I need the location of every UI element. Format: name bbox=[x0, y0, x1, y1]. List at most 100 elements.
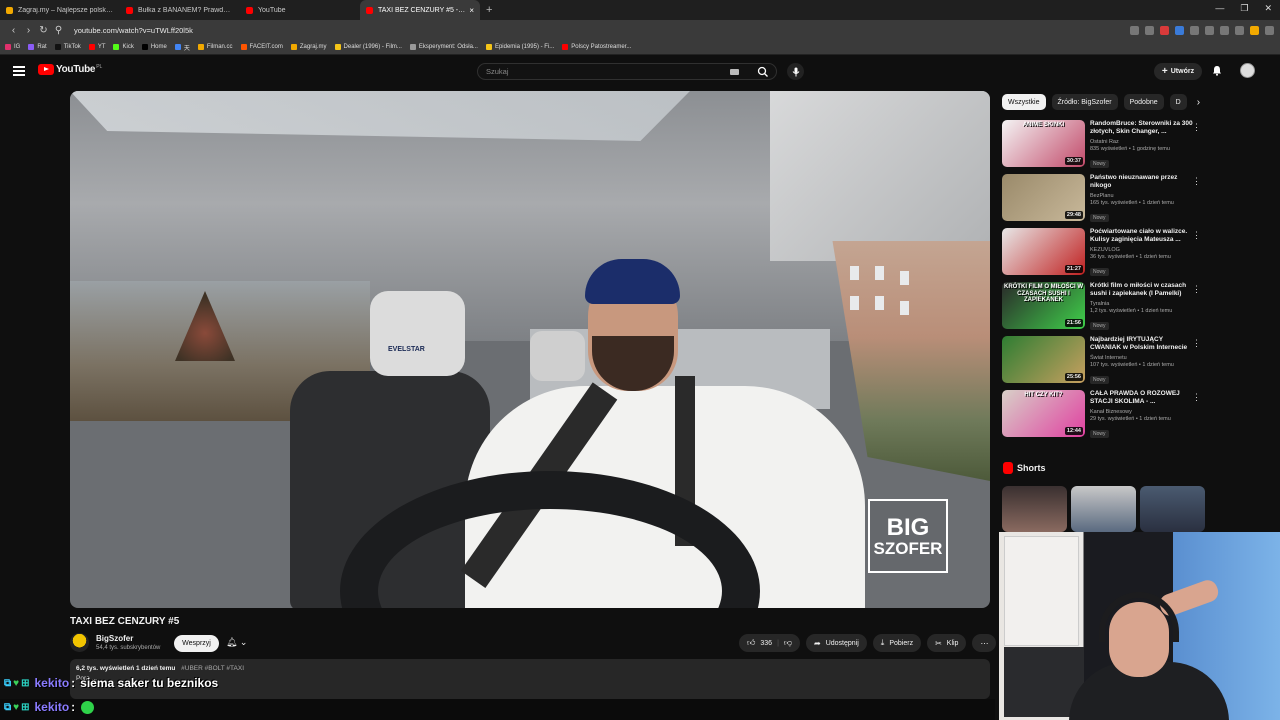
extension-icon[interactable] bbox=[1190, 25, 1199, 35]
extension-icon[interactable] bbox=[1175, 25, 1184, 35]
youtube-logo[interactable]: YouTube PL bbox=[38, 64, 102, 75]
account-avatar[interactable] bbox=[1240, 63, 1255, 78]
video-channel: BezPlanu bbox=[1090, 192, 1114, 199]
new-tab-button[interactable]: + bbox=[480, 4, 498, 16]
close-window-icon[interactable]: ✕ bbox=[1264, 3, 1272, 14]
more-vertical-icon[interactable]: ⋮ bbox=[1192, 176, 1201, 187]
short-thumbnail[interactable] bbox=[1140, 486, 1205, 532]
bookmark-item[interactable]: IG bbox=[5, 44, 20, 50]
download-icon[interactable] bbox=[1205, 25, 1214, 35]
bookmark-favicon-icon bbox=[141, 44, 148, 50]
filter-chip[interactable]: Wszystkie bbox=[1002, 94, 1046, 110]
bookmark-item[interactable]: Filman.cc bbox=[197, 44, 233, 50]
bookmark-item[interactable]: YT bbox=[88, 44, 105, 50]
chevron-right-icon[interactable]: › bbox=[1197, 97, 1200, 108]
recommended-video[interactable]: 25:56 Najbardziej IRYTUJĄCY CWANIAK w Pol… bbox=[1002, 336, 1207, 386]
url-field[interactable]: youtube.com/watch?v=uTWLff20l5k bbox=[74, 26, 1130, 35]
badge-heart-icon: ♥ bbox=[13, 701, 20, 713]
video-info: CAŁA PRAWDA O RÓŻOWEJ STACJI SKOLIMA - .… bbox=[1090, 390, 1195, 440]
more-vertical-icon[interactable]: ⋮ bbox=[1192, 230, 1201, 241]
search-icon[interactable] bbox=[756, 66, 770, 78]
maximize-icon[interactable]: ❐ bbox=[1240, 3, 1248, 14]
filter-chip[interactable]: D bbox=[1169, 94, 1187, 110]
video-thumbnail[interactable]: ANIME SKINKI 30:37 bbox=[1002, 120, 1085, 167]
bookmark-item[interactable]: Zagraj.my bbox=[290, 44, 327, 50]
like-button[interactable]: 👍︎ 336 | 👎︎ bbox=[739, 634, 801, 652]
bookmark-label: Rat bbox=[37, 44, 47, 50]
video-thumbnail[interactable]: HIT CZY KIT? 12:44 bbox=[1002, 390, 1085, 437]
extension-icon[interactable] bbox=[1145, 25, 1154, 35]
clip-button[interactable]: ✂ Klip bbox=[927, 634, 967, 652]
browser-tab[interactable]: YouTube bbox=[240, 0, 360, 20]
short-thumbnail[interactable] bbox=[1071, 486, 1136, 532]
browser-tab[interactable]: Bułka z BANANEM? Prawda o Sukces... bbox=[120, 0, 240, 20]
webcam-door bbox=[1004, 536, 1079, 646]
reload-icon[interactable]: ↻ bbox=[36, 25, 51, 36]
filter-chips: Wszystkie Źródło: BigSzofer Podobne D › bbox=[1002, 94, 1200, 110]
more-vertical-icon[interactable]: ⋮ bbox=[1192, 338, 1201, 349]
recommended-video[interactable]: HIT CZY KIT? 12:44 CAŁA PRAWDA O RÓŻOWEJ S… bbox=[1002, 390, 1207, 440]
minimize-icon[interactable]: — bbox=[1215, 3, 1224, 14]
bookmark-favicon-icon bbox=[240, 44, 247, 50]
hamburger-menu-icon[interactable] bbox=[13, 66, 25, 78]
browser-tab[interactable]: TAXI BEZ CENZURY #5 - YouT... × bbox=[360, 0, 480, 20]
seat-brand-text: EVELSTAR bbox=[388, 346, 425, 353]
bookmark-item[interactable]: TikTok bbox=[54, 44, 81, 50]
bookmark-item[interactable]: 天 bbox=[174, 43, 190, 52]
video-title-text: Poćwiartowane ciało w walizce. Kulisy za… bbox=[1090, 228, 1188, 244]
extension-icon[interactable] bbox=[1250, 25, 1259, 35]
bookmark-item[interactable]: Rat bbox=[28, 44, 47, 50]
recommended-video[interactable]: 29:48 Państwo nieuznawane przez nikogo Bez… bbox=[1002, 174, 1207, 224]
microphone-icon[interactable] bbox=[787, 63, 804, 80]
extension-icon[interactable] bbox=[1130, 25, 1139, 35]
bookmark-item[interactable]: Eksperyment: Odsła... bbox=[409, 44, 478, 50]
notifications-bell-icon[interactable] bbox=[1212, 65, 1222, 76]
video-thumbnail[interactable]: 21:27 bbox=[1002, 228, 1085, 275]
download-icon: ⤓ bbox=[880, 638, 885, 647]
video-player[interactable]: EVELSTAR BIG SZOFER bbox=[70, 91, 990, 608]
more-vertical-icon[interactable]: ⋮ bbox=[1192, 392, 1201, 403]
extension-icon[interactable] bbox=[1220, 25, 1229, 35]
logo-region: PL bbox=[96, 63, 103, 70]
extension-icon[interactable] bbox=[1160, 25, 1169, 35]
channel-name[interactable]: BigSzofer bbox=[96, 634, 133, 643]
filter-chip[interactable]: Źródło: BigSzofer bbox=[1051, 94, 1118, 110]
forward-icon[interactable]: › bbox=[21, 25, 36, 36]
keyboard-icon[interactable] bbox=[730, 69, 739, 75]
bookmark-item[interactable]: FACEIT.com bbox=[240, 44, 283, 50]
recommended-video[interactable]: 21:27 Poćwiartowane ciało w walizce. Kuli… bbox=[1002, 228, 1207, 278]
site-info-icon[interactable]: ⚲ bbox=[51, 25, 66, 36]
browser-tab[interactable]: Zagraj.my – Najlepsze polskie quizy ... bbox=[0, 0, 120, 20]
short-thumbnail[interactable] bbox=[1002, 486, 1067, 532]
more-vertical-icon[interactable]: ⋮ bbox=[1192, 122, 1201, 133]
subscription-bell-icon[interactable]: 🔔︎ ⌄ bbox=[226, 637, 247, 648]
extension-icon[interactable] bbox=[1235, 25, 1244, 35]
bookmark-item[interactable]: Polscy Patostreamer... bbox=[562, 44, 631, 50]
bookmark-item[interactable]: Home bbox=[141, 44, 167, 50]
thumbs-down-icon[interactable]: 👎︎ bbox=[784, 638, 792, 648]
recommended-video[interactable]: KRÓTKI FILM O MIŁOŚCI W CZASACH SUSHI I … bbox=[1002, 282, 1207, 332]
subscriber-count: 54,4 tys. subskrybentów bbox=[96, 645, 161, 651]
more-horizontal-icon: ⋯ bbox=[980, 638, 989, 648]
bookmark-item[interactable]: Epidemia (1995) - Fi... bbox=[485, 44, 554, 50]
share-button[interactable]: ➦ Udostępnij bbox=[806, 634, 867, 652]
download-button[interactable]: ⤓ Pobierz bbox=[872, 634, 922, 652]
video-thumbnail[interactable]: KRÓTKI FILM O MIŁOŚCI W CZASACH SUSHI I … bbox=[1002, 282, 1085, 329]
bookmark-item[interactable]: Dealer (1996) - Film... bbox=[334, 44, 402, 50]
more-vertical-icon[interactable]: ⋮ bbox=[1192, 284, 1201, 295]
video-thumbnail[interactable]: 25:56 bbox=[1002, 336, 1085, 383]
create-button[interactable]: + Utwórz bbox=[1154, 63, 1202, 80]
filter-chip[interactable]: Podobne bbox=[1123, 94, 1164, 110]
search-input[interactable]: Szukaj bbox=[477, 63, 777, 80]
more-actions-button[interactable]: ⋯ bbox=[972, 634, 997, 652]
support-button[interactable]: Wesprzyj bbox=[174, 635, 219, 652]
recommended-video[interactable]: ANIME SKINKI 30:37 RandomBruce: Sterowniki… bbox=[1002, 120, 1207, 170]
bookmark-item[interactable]: Kick bbox=[113, 44, 134, 50]
close-tab-icon[interactable]: × bbox=[469, 6, 474, 15]
channel-avatar[interactable] bbox=[70, 633, 89, 652]
video-thumbnail[interactable]: 29:48 bbox=[1002, 174, 1085, 221]
video-channel: Świat Internetu bbox=[1090, 354, 1127, 361]
back-icon[interactable]: ‹ bbox=[6, 25, 21, 36]
bookmark-label: Eksperyment: Odsła... bbox=[418, 44, 478, 50]
browser-menu-icon[interactable] bbox=[1265, 25, 1274, 35]
